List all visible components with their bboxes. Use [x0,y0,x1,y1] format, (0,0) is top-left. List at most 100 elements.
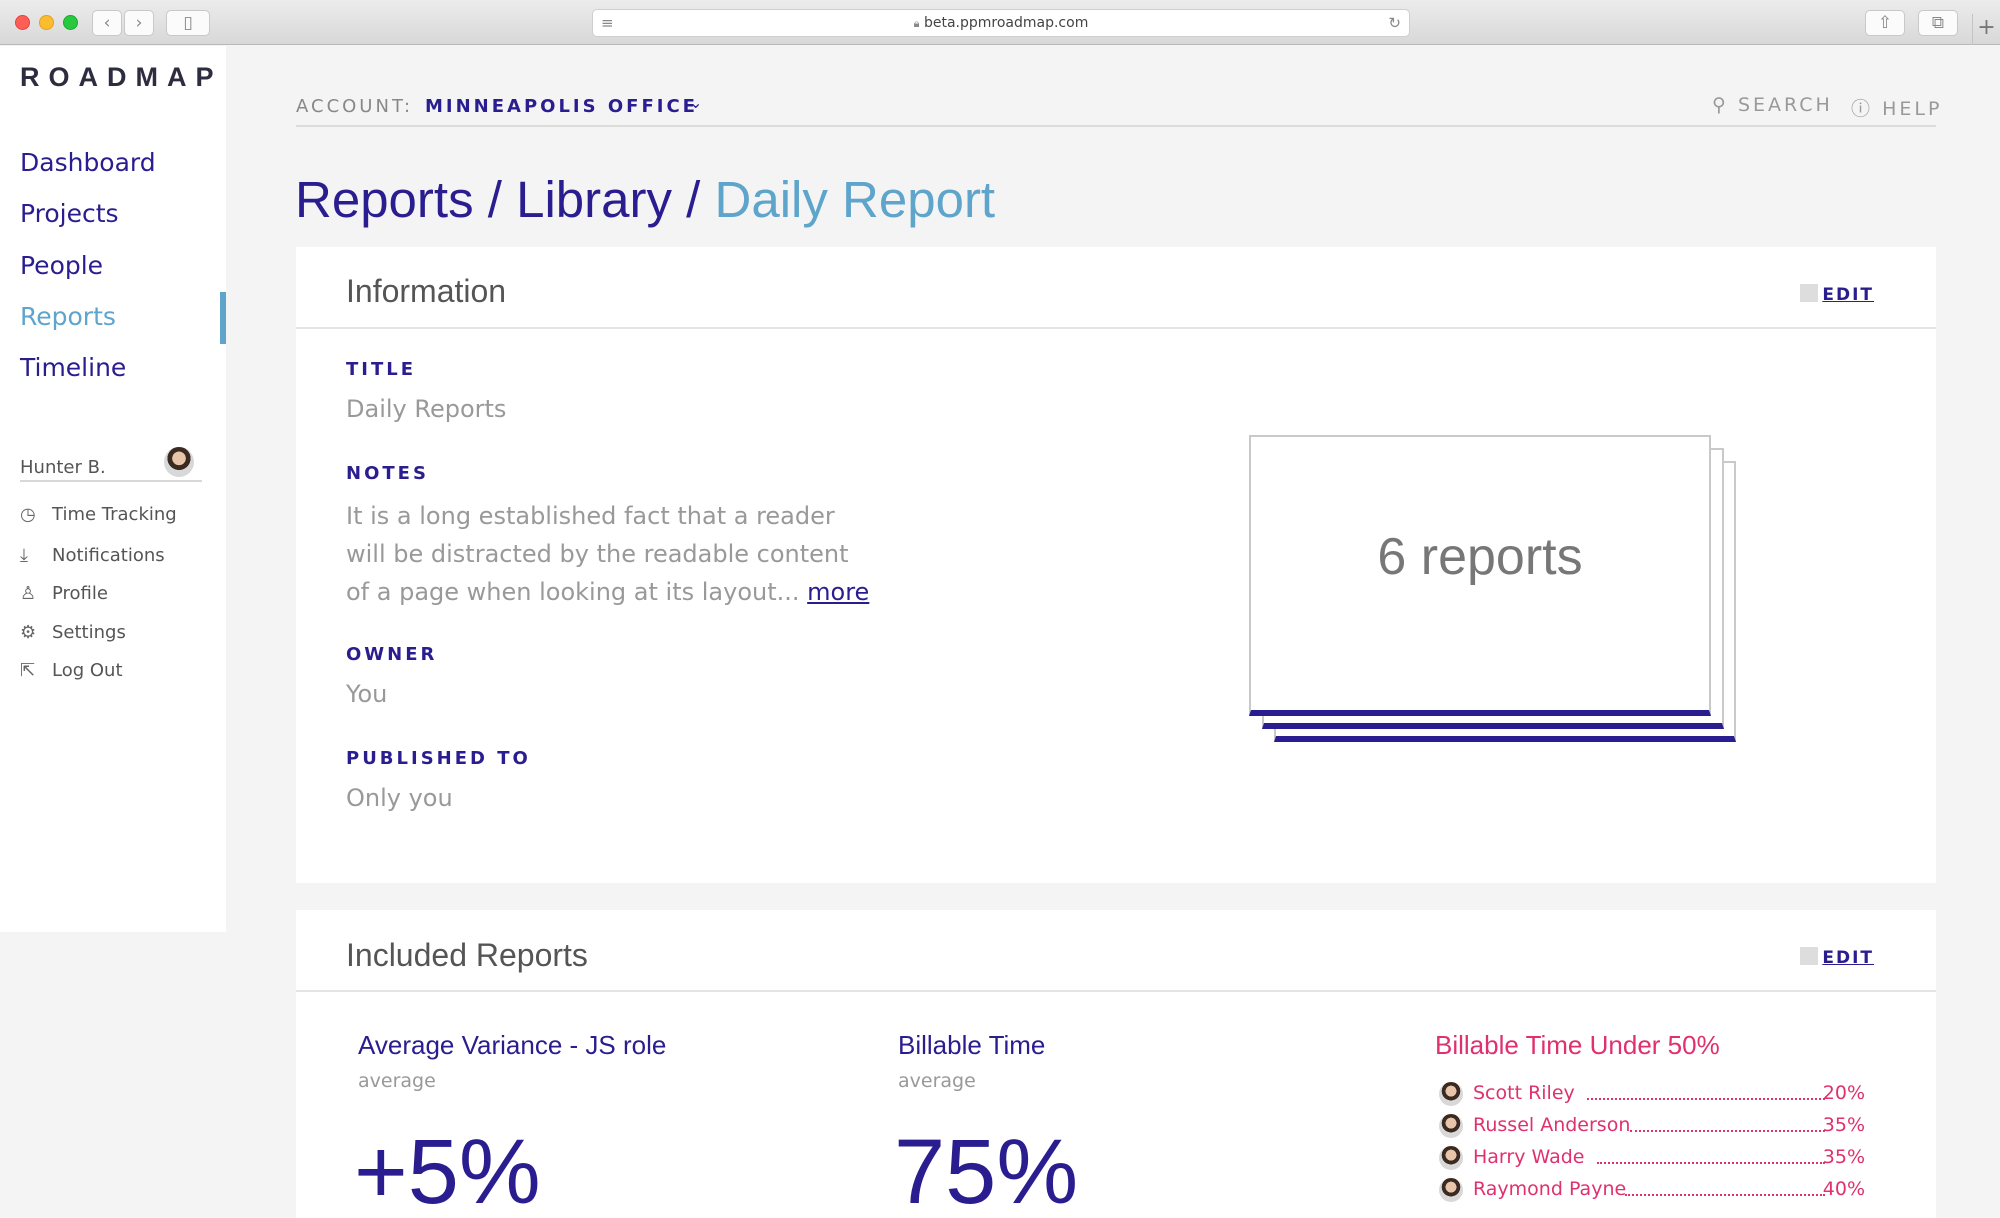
minimize-window-button[interactable] [39,15,54,30]
report-value: +5% [354,1121,541,1218]
notes-label: NOTES [346,463,429,484]
plus-icon: + [1977,15,1996,40]
menu-log-out[interactable]: ⇱ Log Out [20,660,123,686]
external-link-icon: ⇱ [20,660,36,681]
report-subtitle: average [358,1070,436,1092]
breadcrumb-reports[interactable]: Reports [295,171,474,228]
dot-leader [1625,1194,1825,1196]
account-label: ACCOUNT: [296,96,414,117]
report-title: Average Variance - JS role [358,1030,667,1060]
breadcrumb-separator: / [686,171,701,228]
chevron-left-icon: ‹ [103,13,111,33]
edit-icon [1800,947,1819,965]
tabs-icon: ⧉ [1931,13,1945,33]
dot-leader [1597,1162,1825,1164]
lock-icon: 🔒︎ [913,17,920,30]
owner-label: OWNER [346,644,438,665]
forward-button[interactable]: › [124,10,154,36]
information-card: Information EDIT TITLE Daily Reports NOT… [296,247,1936,883]
list-item[interactable]: Raymond Payne 40% [1435,1176,1865,1204]
back-button[interactable]: ‹ [92,10,122,36]
url-text: beta.ppmroadmap.com [923,15,1089,31]
avatar [1439,1146,1463,1170]
address-bar[interactable]: ≡ 🔒︎ beta.ppmroadmap.com ↻ [592,9,1410,37]
breadcrumb-library[interactable]: Library [516,171,672,228]
sidebar: ROADMAP Dashboard Projects People Report… [0,46,226,932]
dot-leader [1587,1098,1825,1100]
published-to-label: PUBLISHED TO [346,748,531,769]
notes-more-link[interactable]: more [807,578,869,606]
browser-toolbar: ‹ › ▯ ≡ 🔒︎ beta.ppmroadmap.com ↻ ⇧ ⧉ + [0,0,2000,45]
report-value: 75% [894,1121,1079,1218]
nav-dashboard[interactable]: Dashboard [20,148,156,177]
avatar [1439,1114,1463,1138]
person-name: Russel Anderson [1473,1114,1631,1136]
sidebar-toggle-button[interactable]: ▯ [166,10,210,36]
active-nav-indicator [220,292,226,344]
list-item[interactable]: Scott Riley 20% [1435,1080,1865,1108]
new-tab-button[interactable]: + [1972,14,2000,45]
app-logo[interactable]: ROADMAP [20,62,223,93]
share-icon: ⇧ [1877,13,1893,33]
user-menu[interactable]: Hunter B. [20,447,202,482]
zoom-window-button[interactable] [63,15,78,30]
edit-icon [1800,284,1819,302]
help-button[interactable]: ⓘ HELP [1851,94,1942,121]
user-name: Hunter B. [20,457,106,478]
published-to-value: Only you [346,784,453,812]
breadcrumb: Reports / Library / Daily Report [295,170,995,229]
nav-projects[interactable]: Projects [20,199,119,228]
menu-notifications[interactable]: ⤓ Notifications [20,545,165,571]
chevron-right-icon: › [135,13,143,33]
chevron-down-icon[interactable]: ⌄ [689,93,702,112]
title-value: Daily Reports [346,395,507,423]
report-title: Billable Time Under 50% [1435,1030,1720,1060]
tabs-button[interactable]: ⧉ [1918,10,1958,36]
menu-profile[interactable]: ♙ Profile [20,583,108,609]
included-reports-title: Included Reports [346,937,588,973]
person-percent: 35% [1822,1114,1865,1136]
owner-value: You [346,680,388,708]
reload-icon[interactable]: ↻ [1388,14,1401,32]
report-billable-under-50[interactable]: Billable Time Under 50% Scott Riley 20% … [1435,1030,1865,1218]
person-name: Raymond Payne [1473,1178,1627,1200]
account-selector[interactable]: MINNEAPOLIS OFFICE [425,96,698,117]
edit-information-button[interactable]: EDIT [1800,284,1874,305]
report-subtitle: average [898,1070,976,1092]
topbar-divider [296,125,1936,127]
information-card-title: Information [346,273,507,309]
nav-timeline[interactable]: Timeline [20,353,126,382]
sidebar-icon: ▯ [183,13,193,33]
help-icon: ⓘ [1851,98,1874,120]
avatar [1439,1178,1463,1202]
download-icon: ⤓ [20,545,28,566]
person-name: Scott Riley [1473,1082,1575,1104]
notes-text: It is a long established fact that a rea… [346,502,870,606]
edit-included-reports-button[interactable]: EDIT [1800,947,1874,968]
user-avatar [164,447,194,477]
report-count: 6 reports [1377,528,1583,586]
card-divider [296,327,1936,329]
person-percent: 40% [1822,1178,1865,1200]
menu-time-tracking[interactable]: ◷ Time Tracking [20,504,177,530]
search-icon: ⚲ [1712,94,1729,116]
person-name: Harry Wade [1473,1146,1585,1168]
person-percent: 20% [1822,1082,1865,1104]
avatar [1439,1082,1463,1106]
list-item[interactable]: Harry Wade 35% [1435,1144,1865,1172]
included-reports-card: Included Reports EDIT Average Variance -… [296,910,1936,1218]
nav-reports[interactable]: Reports [20,302,116,331]
breadcrumb-current: Daily Report [714,171,996,228]
share-button[interactable]: ⇧ [1865,10,1905,36]
report-title: Billable Time [898,1030,1046,1060]
report-sheet-front: 6 reports [1249,435,1711,716]
search-button[interactable]: ⚲ SEARCH [1712,94,1833,116]
nav-people[interactable]: People [20,251,103,280]
dot-leader [1630,1130,1825,1132]
card-divider [296,990,1936,992]
close-window-button[interactable] [15,15,30,30]
list-item[interactable]: Russel Anderson 35% [1435,1112,1865,1140]
title-label: TITLE [346,359,417,380]
person-percent: 35% [1822,1146,1865,1168]
menu-settings[interactable]: ⚙ Settings [20,622,126,648]
